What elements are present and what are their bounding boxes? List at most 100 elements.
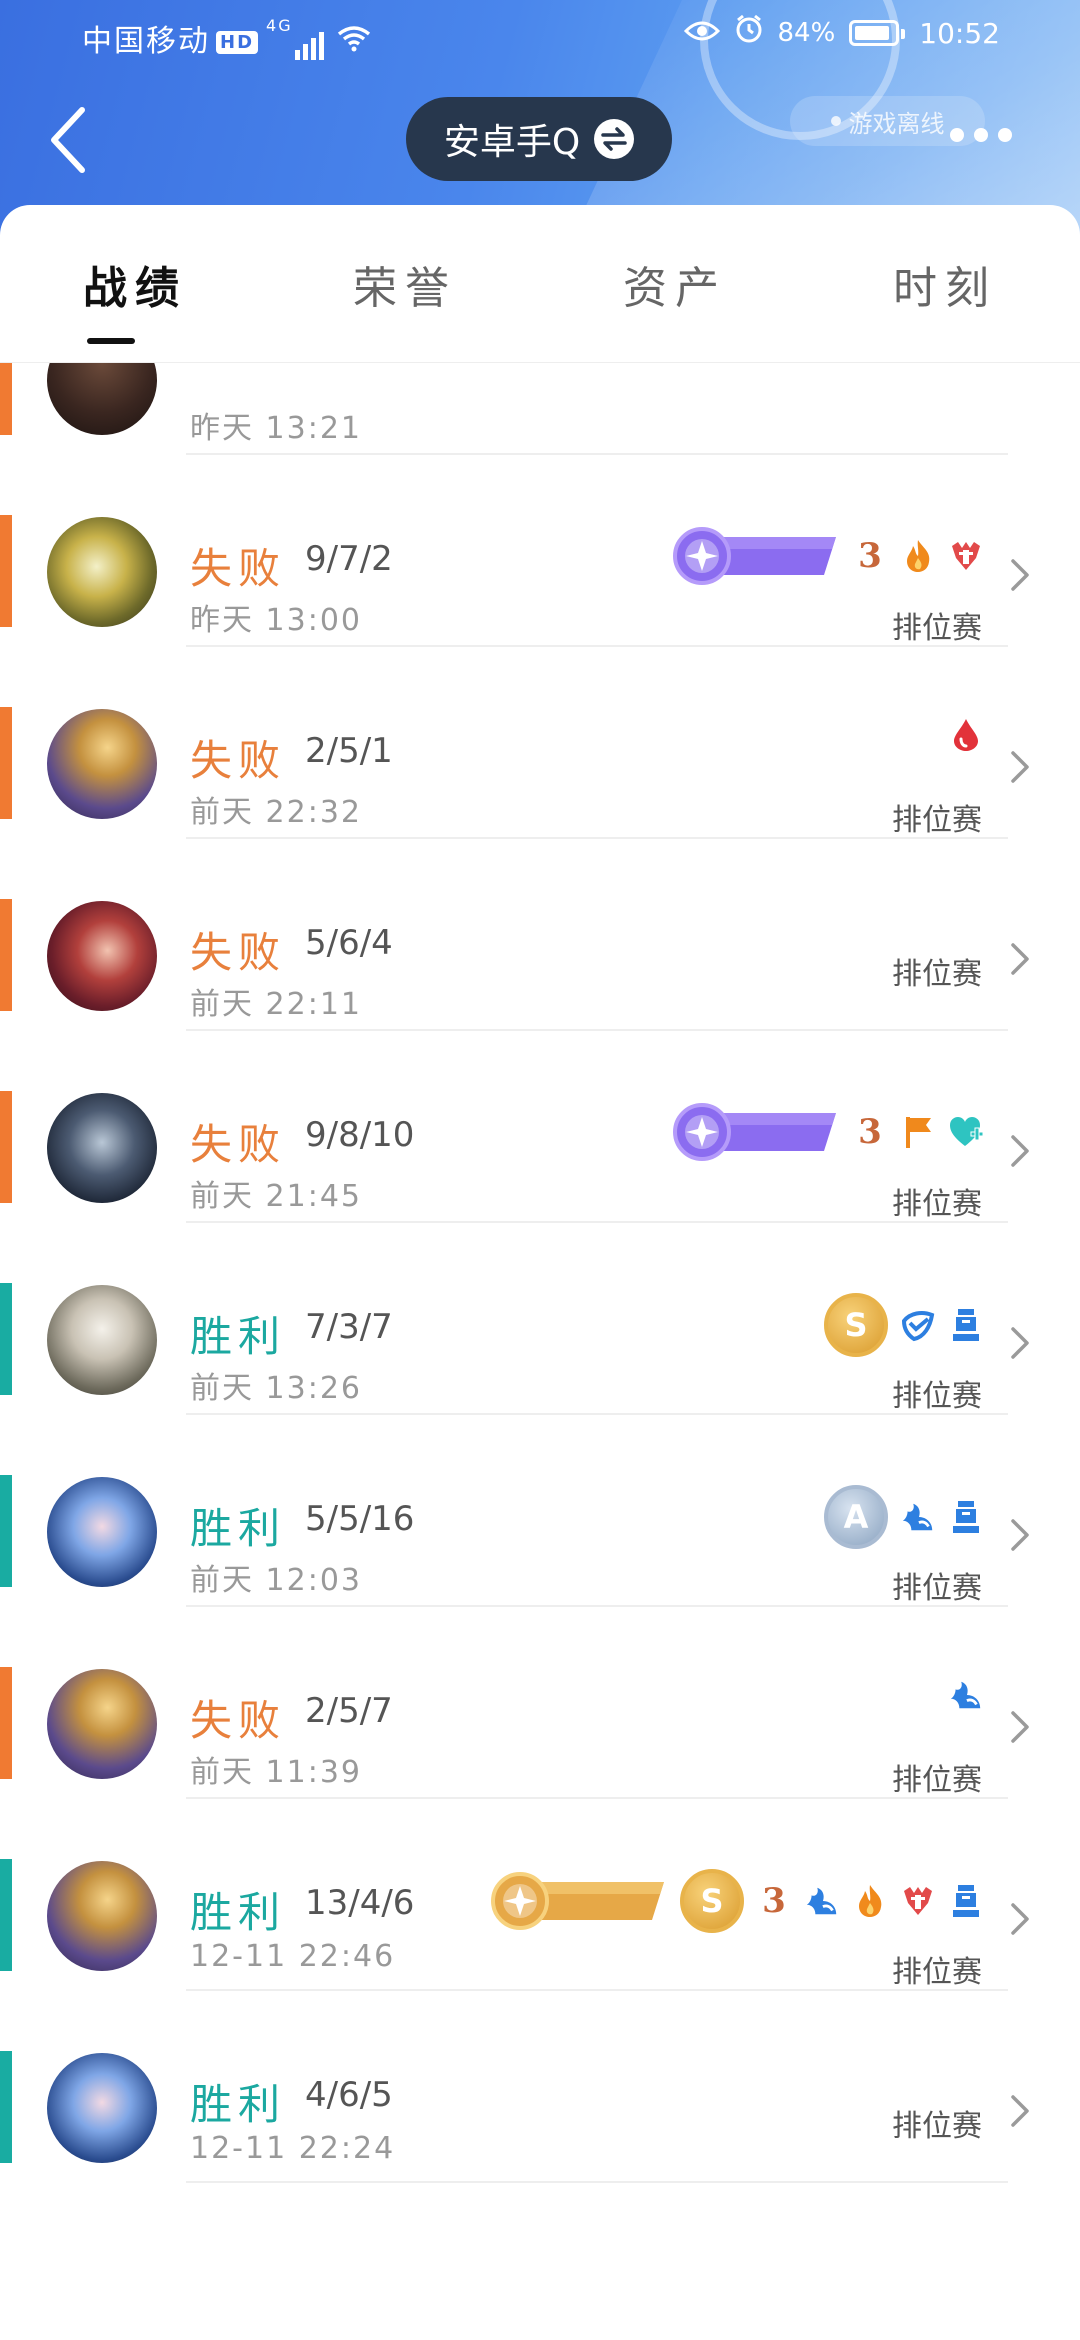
match-row[interactable]: 胜利 4/6/5 12-11 22:24 排位赛 bbox=[0, 1991, 1080, 2183]
hero-avatar bbox=[47, 2053, 157, 2163]
match-kda: 13/4/6 bbox=[305, 1883, 415, 1923]
tab-assets[interactable]: 资产 bbox=[603, 252, 747, 316]
match-time: 12-11 22:24 bbox=[190, 2131, 396, 2166]
account-switcher[interactable]: 安卓手Q bbox=[406, 97, 672, 181]
more-button[interactable] bbox=[950, 128, 1012, 142]
match-row[interactable]: 失败 2/5/1 前天 22:32 排位赛 bbox=[0, 647, 1080, 839]
tab-records[interactable]: 战绩 bbox=[63, 252, 207, 344]
match-row[interactable]: 失败 9/8/10 前天 21:45 SVP 3 排位赛 bbox=[0, 1031, 1080, 1223]
heal-heart-icon bbox=[948, 1114, 984, 1150]
tower-icon bbox=[948, 538, 984, 574]
silver-a-medal-icon: A bbox=[824, 1485, 888, 1549]
match-result: 失败 bbox=[190, 736, 287, 785]
match-mode: 排位赛 bbox=[892, 1571, 982, 1606]
outcome-strip bbox=[0, 899, 12, 1011]
more-dot-icon bbox=[974, 128, 988, 142]
chevron-right-icon bbox=[1008, 747, 1032, 787]
tab-bar: 战绩 荣誉 资产 时刻 bbox=[0, 205, 1080, 363]
match-kda: 9/8/10 bbox=[305, 1115, 415, 1155]
more-dot-icon bbox=[950, 128, 964, 142]
clock: 10:52 bbox=[919, 16, 1000, 50]
hero-avatar bbox=[47, 1093, 157, 1203]
carrier-name: 中国移动 bbox=[82, 24, 210, 59]
hero-avatar bbox=[47, 517, 157, 627]
match-kda: 2/5/7 bbox=[305, 1691, 393, 1731]
medal-grade: S bbox=[700, 1882, 724, 1920]
gold-s-medal-icon: S bbox=[680, 1869, 744, 1933]
match-mode: 排位赛 bbox=[892, 957, 982, 992]
signal-icon bbox=[294, 25, 327, 60]
tower-icon bbox=[900, 1883, 936, 1919]
tower-defense-icon bbox=[948, 1499, 984, 1535]
match-time: 前天 12:03 bbox=[190, 1563, 362, 1598]
match-row[interactable]: 失败 2/5/7 前天 11:39 排位赛 bbox=[0, 1607, 1080, 1799]
match-row[interactable]: 失败 5/6/4 前天 22:11 排位赛 bbox=[0, 839, 1080, 1031]
mvp-badge: MVP bbox=[488, 1818, 817, 1932]
wifi-icon bbox=[337, 25, 371, 60]
match-badges bbox=[948, 717, 984, 753]
tab-moments[interactable]: 时刻 bbox=[873, 252, 1017, 316]
hero-avatar bbox=[47, 1477, 157, 1587]
svp-label: SVP bbox=[910, 1049, 977, 1084]
chevron-right-icon bbox=[1008, 1131, 1032, 1171]
match-mode: 排位赛 bbox=[892, 1379, 982, 1414]
medal-grade: S bbox=[844, 1306, 868, 1344]
match-result: 失败 bbox=[190, 928, 287, 977]
match-row[interactable]: 胜利 5/5/16 前天 12:03 A 排位赛 bbox=[0, 1415, 1080, 1607]
match-list: 昨天 13:21 失败 9/7/2 昨天 13:00 SVP 3 排位赛 失败 2… bbox=[0, 363, 1080, 2340]
match-result: 失败 bbox=[190, 1696, 287, 1745]
match-mode: 排位赛 bbox=[892, 1763, 982, 1798]
match-kda: 5/5/16 bbox=[305, 1499, 415, 1539]
chevron-right-icon bbox=[1008, 1515, 1032, 1555]
triple-kill-label: 3 bbox=[858, 1112, 882, 1152]
triple-kill-label: 3 bbox=[762, 1881, 786, 1921]
tower-defense-icon bbox=[948, 1307, 984, 1343]
game-status-label: 游戏离线 bbox=[848, 109, 945, 138]
outcome-strip bbox=[0, 1859, 12, 1971]
flag-icon bbox=[900, 1114, 936, 1150]
match-badges: SVP 3 bbox=[670, 1049, 984, 1163]
match-mode: 排位赛 bbox=[892, 1187, 982, 1222]
svp-badge: SVP bbox=[670, 1049, 977, 1163]
eye-icon bbox=[683, 16, 720, 51]
match-time: 昨天 13:21 bbox=[190, 411, 362, 446]
hero-avatar bbox=[47, 709, 157, 819]
outcome-strip bbox=[0, 515, 12, 627]
chevron-right-icon bbox=[1008, 1323, 1032, 1363]
match-result: 胜利 bbox=[190, 1312, 287, 1361]
match-badges bbox=[948, 1677, 984, 1713]
hero-avatar bbox=[47, 363, 157, 435]
chevron-right-icon bbox=[1008, 1899, 1032, 1939]
blood-drop-icon bbox=[948, 717, 984, 753]
chevron-right-icon bbox=[1008, 1707, 1032, 1747]
svp-badge: SVP bbox=[670, 473, 977, 587]
status-bar: 中国移动 HD 4G 84% 10:52 bbox=[0, 0, 1080, 72]
hero-avatar bbox=[47, 1285, 157, 1395]
flame-icon bbox=[852, 1883, 888, 1919]
match-result: 胜利 bbox=[190, 2080, 287, 2129]
match-row[interactable]: 胜利 7/3/7 前天 13:26 S 排位赛 bbox=[0, 1223, 1080, 1415]
splash-icon bbox=[900, 1499, 936, 1535]
swap-icon bbox=[594, 119, 635, 159]
match-kda: 5/6/4 bbox=[305, 923, 393, 963]
mvp-label: MVP bbox=[742, 1818, 818, 1853]
tab-honors[interactable]: 荣誉 bbox=[333, 252, 477, 316]
triple-kill-icon: 3 bbox=[756, 1881, 792, 1921]
splash-icon bbox=[948, 1677, 984, 1713]
match-row[interactable]: 胜利 13/4/6 12-11 22:46 MVP S 3 排位赛 bbox=[0, 1799, 1080, 1991]
outcome-strip bbox=[0, 1283, 12, 1395]
hero-avatar bbox=[47, 901, 157, 1011]
match-result: 失败 bbox=[190, 544, 287, 593]
chevron-right-icon bbox=[1008, 939, 1032, 979]
match-row[interactable]: 昨天 13:21 bbox=[0, 363, 1080, 455]
triple-kill-label: 3 bbox=[858, 536, 882, 576]
triple-kill-icon: 3 bbox=[852, 536, 888, 576]
match-time: 前天 13:26 bbox=[190, 1371, 362, 1406]
match-row[interactable]: 失败 9/7/2 昨天 13:00 SVP 3 排位赛 bbox=[0, 455, 1080, 647]
back-button[interactable] bbox=[40, 100, 100, 180]
alarm-icon bbox=[734, 14, 764, 52]
match-result: 失败 bbox=[190, 1120, 287, 1169]
outcome-strip bbox=[0, 2051, 12, 2163]
status-dot bbox=[830, 116, 841, 126]
match-kda: 9/7/2 bbox=[305, 539, 393, 579]
